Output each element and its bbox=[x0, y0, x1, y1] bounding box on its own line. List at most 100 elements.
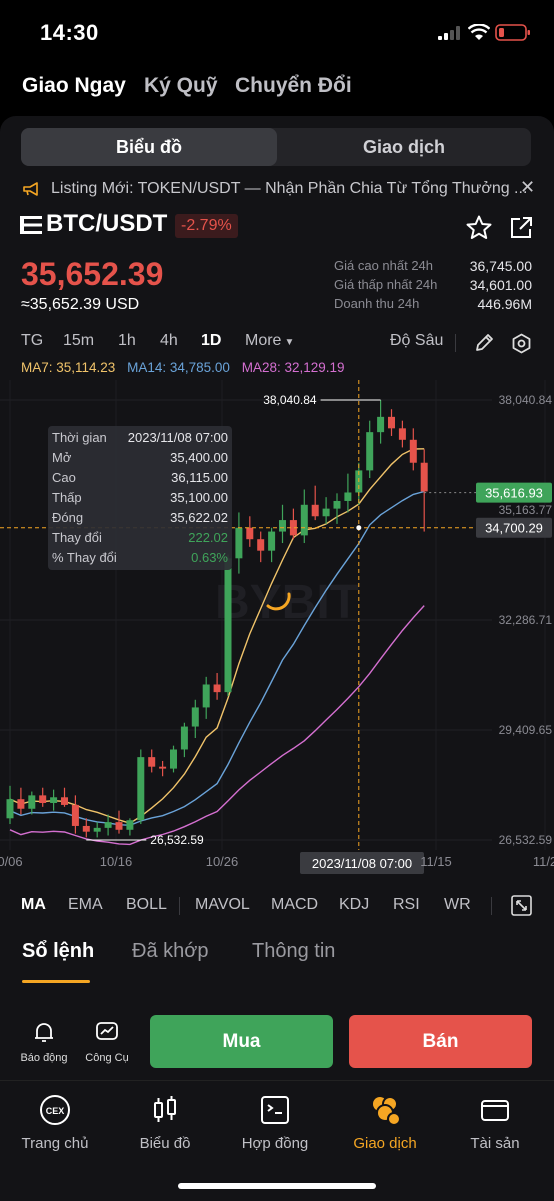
stat-low-value: 34,601.00 bbox=[469, 277, 532, 293]
signal-icon bbox=[438, 26, 460, 40]
low-marker-label: 26,532.59 bbox=[150, 833, 204, 847]
candle-body bbox=[71, 804, 79, 826]
tooltip-row: % Thay đổi 0.63% bbox=[52, 550, 228, 570]
ma14-value: MA14: 34,785.00 bbox=[127, 360, 230, 375]
price-axis-label: 29,409.65 bbox=[499, 723, 553, 737]
wifi-icon bbox=[468, 24, 490, 40]
alert-button[interactable]: Báo động bbox=[18, 1020, 70, 1064]
tooltip-value: 36,115.00 bbox=[171, 470, 228, 485]
tab-order-book[interactable]: Sổ lệnh bbox=[22, 940, 94, 963]
divider bbox=[491, 897, 492, 915]
close-icon[interactable]: ✕ bbox=[520, 177, 535, 198]
tooltip-key: % Thay đổi bbox=[52, 550, 117, 565]
stat-volume-label: Doanh thu 24h bbox=[334, 296, 420, 311]
nav-contract[interactable]: Hợp đồng bbox=[220, 1093, 330, 1152]
wallet-icon bbox=[481, 1100, 509, 1121]
nav-home[interactable]: CEX Trang chủ bbox=[0, 1093, 110, 1152]
indicator-boll[interactable]: BOLL bbox=[126, 896, 167, 914]
timeframe-1d[interactable]: 1D bbox=[201, 332, 221, 350]
date-axis-label: 10/16 bbox=[100, 854, 133, 869]
more-label: More bbox=[245, 332, 282, 349]
tab-convert[interactable]: Chuyển Đổi bbox=[235, 74, 352, 98]
candles-icon bbox=[154, 1096, 176, 1122]
star-icon[interactable] bbox=[466, 215, 492, 240]
date-axis-label: 11/15 bbox=[420, 854, 452, 869]
announcement-ticker[interactable]: Listing Mới: TOKEN/USDT — Nhận Phần Chia… bbox=[20, 177, 540, 202]
indicator-mavol[interactable]: MAVOL bbox=[195, 896, 250, 914]
nav-chart[interactable]: Biểu đồ bbox=[110, 1093, 220, 1152]
timeframe-more[interactable]: More ▼ bbox=[245, 332, 294, 350]
tooltip-row: Thời gian 2023/11/08 07:00 bbox=[52, 430, 228, 450]
indicator-ema[interactable]: EMA bbox=[68, 896, 103, 914]
tab-margin[interactable]: Ký Quỹ bbox=[144, 74, 218, 98]
alert-label: Báo động bbox=[20, 1052, 68, 1064]
tooltip-row: Mở 35,400.00 bbox=[52, 450, 228, 470]
candle-body bbox=[257, 539, 265, 551]
share-icon[interactable] bbox=[509, 216, 533, 240]
candle-body bbox=[224, 558, 232, 693]
candle-body bbox=[235, 527, 243, 559]
ma28-value: MA28: 32,129.19 bbox=[241, 360, 345, 375]
nav-trade[interactable]: Giao dịch bbox=[330, 1093, 440, 1152]
stat-volume-value: 446.96M bbox=[477, 296, 532, 312]
candle-body bbox=[191, 707, 199, 727]
candle-body bbox=[137, 757, 145, 821]
tools-button[interactable]: Công Cụ bbox=[80, 1020, 134, 1064]
pair-name[interactable]: BTC/USDT bbox=[46, 210, 167, 238]
indicator-ma[interactable]: MA bbox=[21, 896, 46, 914]
nav-assets[interactable]: Tài sản bbox=[440, 1093, 550, 1152]
indicator-kdj[interactable]: KDJ bbox=[339, 896, 369, 914]
nav-home-label: Trang chủ bbox=[21, 1135, 89, 1152]
cex-badge-text: CEX bbox=[46, 1106, 65, 1116]
timeframe-1h[interactable]: 1h bbox=[118, 332, 136, 350]
candle-body bbox=[148, 757, 156, 767]
tooltip-row: Thay đổi 222.02 bbox=[52, 530, 228, 550]
expand-icon[interactable] bbox=[511, 895, 532, 916]
high-marker-label: 38,040.84 bbox=[263, 393, 317, 407]
candle-body bbox=[61, 797, 68, 805]
candle-body bbox=[344, 492, 352, 501]
date-axis-label: 11/2 bbox=[533, 854, 554, 869]
status-time: 14:30 bbox=[40, 20, 99, 45]
timeframe-15m[interactable]: 15m bbox=[63, 332, 94, 350]
candle-body bbox=[17, 799, 25, 809]
segment-trade[interactable]: Giao dịch bbox=[277, 137, 531, 158]
timeframe-tg[interactable]: TG bbox=[21, 332, 43, 350]
divider bbox=[179, 897, 180, 915]
indicator-tabs: MA EMA BOLL MAVOL MACD KDJ RSI WR bbox=[0, 892, 554, 920]
view-segment: Biểu đồ Giao dịch bbox=[21, 128, 531, 166]
tooltip-value: 0.63% bbox=[191, 550, 228, 565]
segment-chart[interactable]: Biểu đồ bbox=[21, 137, 277, 158]
depth-button[interactable]: Độ Sâu bbox=[390, 332, 443, 350]
candle-body bbox=[300, 504, 308, 536]
candle-body bbox=[115, 822, 123, 830]
tab-spot[interactable]: Giao Ngay bbox=[22, 74, 126, 98]
tooltip-key: Thấp bbox=[52, 490, 82, 505]
tab-info[interactable]: Thông tin bbox=[252, 940, 335, 963]
indicator-macd[interactable]: MACD bbox=[271, 896, 318, 914]
buy-button[interactable]: Mua bbox=[150, 1015, 333, 1068]
tab-indicator bbox=[22, 980, 90, 983]
crosshair-price-text: 34,700.29 bbox=[485, 521, 543, 536]
tooltip-key: Cao bbox=[52, 470, 76, 485]
tooltip-value: 35,622.02 bbox=[170, 510, 228, 525]
crosshair-dot bbox=[356, 525, 362, 531]
date-axis-label: 10/26 bbox=[206, 854, 239, 869]
timeframe-4h[interactable]: 4h bbox=[160, 332, 178, 350]
indicator-rsi[interactable]: RSI bbox=[393, 896, 420, 914]
nav-trade-label: Giao dịch bbox=[353, 1135, 417, 1152]
indicator-wr[interactable]: WR bbox=[444, 896, 471, 914]
tooltip-row: Thấp 35,100.00 bbox=[52, 490, 228, 510]
divider bbox=[455, 334, 456, 352]
candle-body bbox=[50, 797, 58, 804]
sell-button[interactable]: Bán bbox=[349, 1015, 532, 1068]
pencil-icon[interactable] bbox=[474, 333, 494, 353]
nav-chart-label: Biểu đồ bbox=[139, 1135, 191, 1152]
price-axis-label: 38,040.84 bbox=[499, 393, 553, 407]
tooltip-value: 2023/11/08 07:00 bbox=[127, 430, 228, 445]
settings-icon[interactable] bbox=[511, 333, 532, 354]
ticker-text: Listing Mới: TOKEN/USDT — Nhận Phần Chia… bbox=[51, 180, 528, 197]
tab-trades[interactable]: Đã khớp bbox=[132, 940, 208, 963]
menu-icon[interactable] bbox=[20, 216, 42, 234]
market-type-tabs: Giao Ngay Ký Quỹ Chuyển Đổi bbox=[0, 74, 554, 104]
